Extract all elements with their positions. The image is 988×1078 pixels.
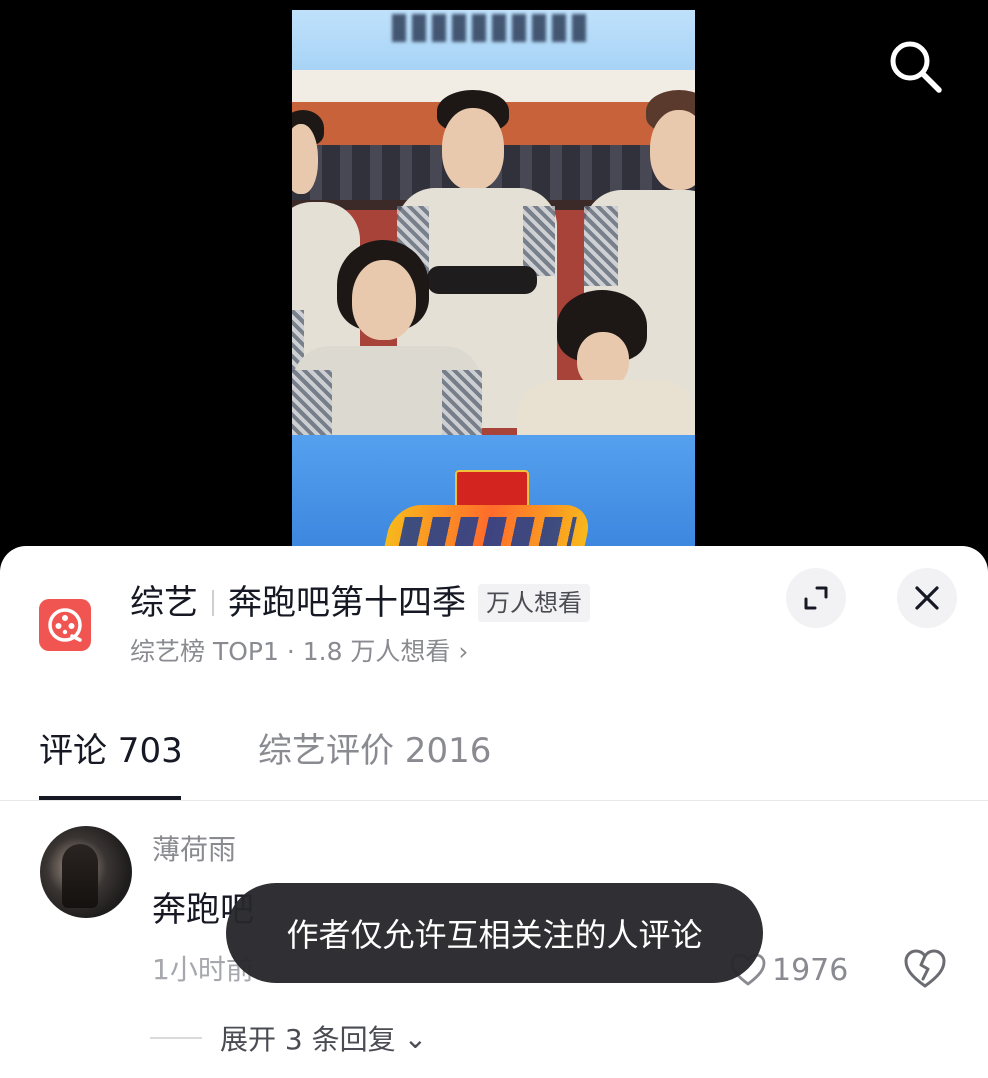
video-player[interactable] [0, 0, 988, 560]
show-ranking-text: 综艺榜 TOP1 · 1.8 万人想看 [130, 637, 451, 666]
show-title-row[interactable]: 综艺 奔跑吧第十四季 万人想看 [130, 580, 590, 626]
video-frame [292, 10, 695, 555]
expand-icon [804, 586, 828, 610]
video-top-banner [292, 10, 695, 70]
close-icon [915, 586, 939, 610]
tab-comments[interactable]: 评论 703 [39, 722, 183, 800]
replies-label: 展开 3 条回复 [220, 1023, 396, 1056]
comment-tabs: 评论 703 综艺评价 2016 [0, 722, 988, 801]
avatar[interactable] [40, 826, 132, 918]
search-icon [890, 41, 942, 93]
close-button[interactable] [897, 568, 957, 628]
show-icon[interactable] [39, 599, 91, 651]
show-title: 奔跑吧第十四季 [228, 583, 466, 623]
dislike-button[interactable] [902, 946, 948, 992]
expand-button[interactable] [786, 568, 846, 628]
show-category: 综艺 [130, 583, 198, 623]
video-scene [292, 70, 695, 446]
search-button[interactable] [885, 36, 945, 96]
comments-sheet: 综艺 奔跑吧第十四季 万人想看 综艺榜 TOP1 · 1.8 万人想看 › 评论… [0, 546, 988, 1078]
show-ranking-link[interactable]: 综艺榜 TOP1 · 1.8 万人想看 › [130, 634, 468, 670]
show-logo-area [292, 435, 695, 555]
toast-message: 作者仅允许互相关注的人评论 [226, 883, 763, 983]
expand-replies-button[interactable]: 展开 3 条回复 ⌄ [150, 1018, 427, 1058]
film-reel-icon [48, 608, 82, 642]
active-tab-indicator [39, 796, 181, 800]
comment-username[interactable]: 薄荷雨 [152, 830, 236, 870]
tab-show-rating[interactable]: 综艺评价 2016 [258, 722, 491, 800]
chevron-down-icon: ⌄ [403, 1021, 428, 1055]
replies-divider [150, 1037, 202, 1039]
like-count: 1976 [772, 952, 849, 988]
want-to-watch-badge: 万人想看 [478, 584, 590, 622]
broken-heart-icon [904, 949, 946, 988]
chevron-right-icon: › [458, 637, 469, 666]
title-separator [212, 590, 214, 616]
